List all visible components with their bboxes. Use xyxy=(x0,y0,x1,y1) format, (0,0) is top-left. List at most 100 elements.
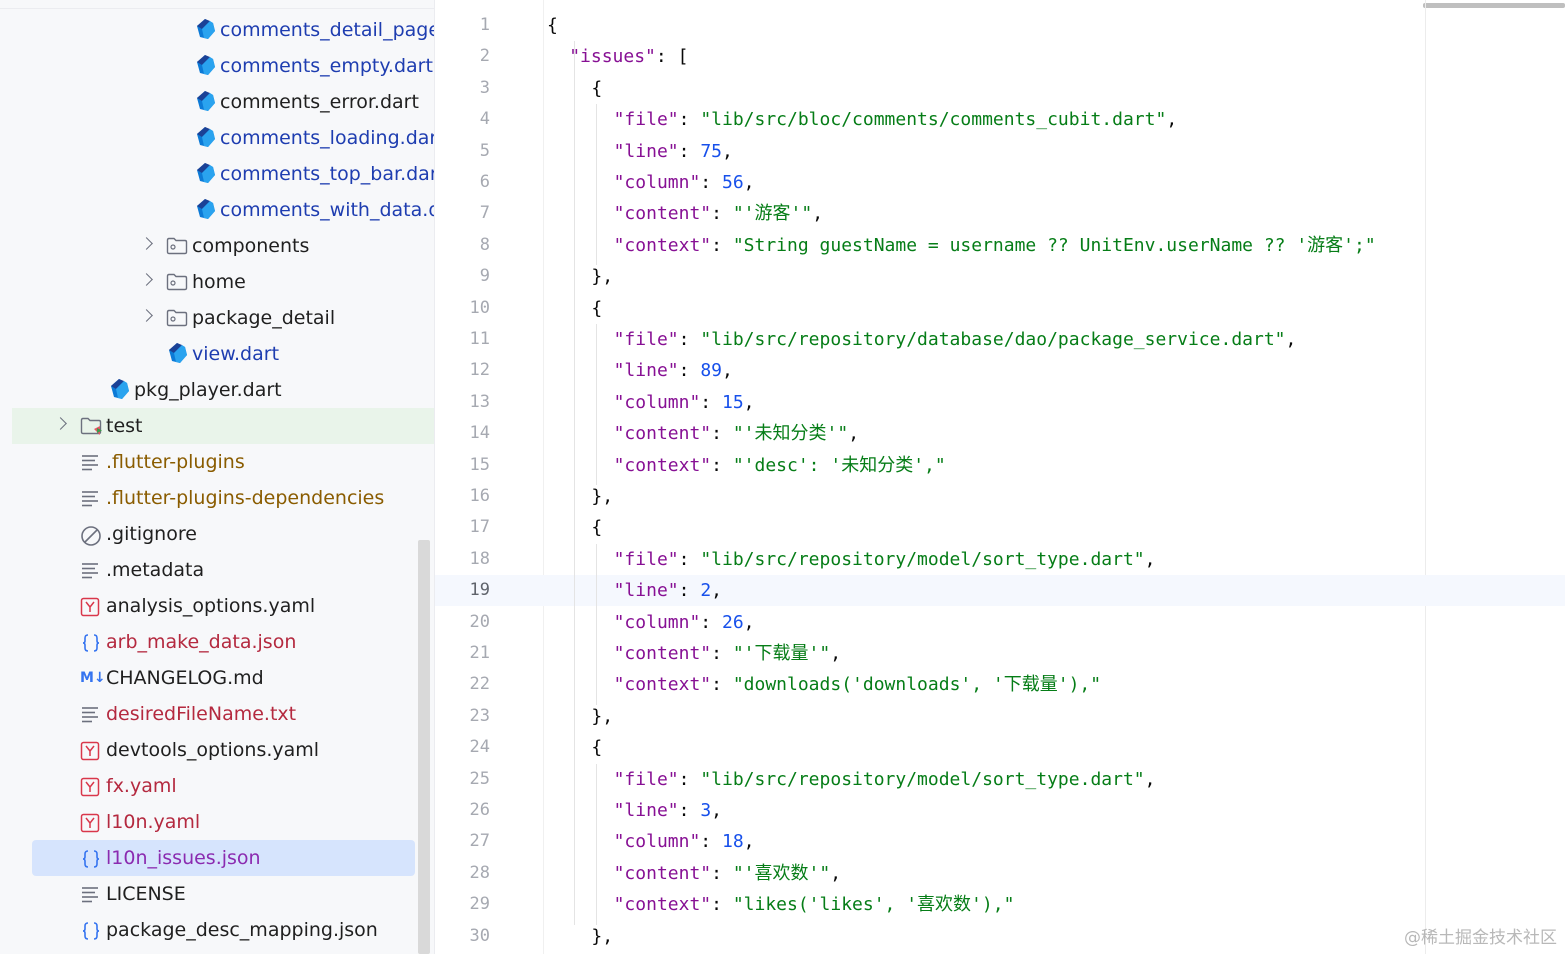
code-line[interactable]: 6 "column": 56, xyxy=(435,167,1565,198)
line-number[interactable]: 11 xyxy=(435,324,490,355)
code-line[interactable]: 8 "context": "String guestName = username… xyxy=(435,230,1565,261)
code-line[interactable]: 15 "context": "'desc': '未知分类'," xyxy=(435,450,1565,481)
line-number[interactable]: 1 xyxy=(435,10,490,41)
tree-item-flutter-plugins-dependencies[interactable]: .flutter-plugins-dependencies xyxy=(12,480,434,516)
code-line[interactable]: 16}, xyxy=(435,481,1565,512)
line-number[interactable]: 16 xyxy=(435,481,490,512)
code-line[interactable]: 25 "file": "lib/src/repository/model/sort… xyxy=(435,764,1565,795)
code-line[interactable]: 4 "file": "lib/src/bloc/comments/comments… xyxy=(435,104,1565,135)
tree-item-pkg-player-dart[interactable]: pkg_player.dart xyxy=(12,372,434,408)
tree-item-desiredfilename-txt[interactable]: desiredFileName.txt xyxy=(12,696,434,732)
code-line[interactable]: 13 "column": 15, xyxy=(435,387,1565,418)
tree-item-fx-yaml[interactable]: fx.yaml xyxy=(12,768,434,804)
code-line[interactable]: 28 "content": "'喜欢数'", xyxy=(435,858,1565,889)
code-text: "context": "likes('likes', '喜欢数')," xyxy=(614,889,1015,920)
code-line[interactable]: 26 "line": 3, xyxy=(435,795,1565,826)
code-editor[interactable]: 1{2 "issues": [3{4 "file": "lib/src/bloc/c… xyxy=(435,0,1565,954)
tree-item-gitignore[interactable]: .gitignore xyxy=(12,516,434,552)
token-pun: , xyxy=(722,360,733,382)
line-number[interactable]: 3 xyxy=(435,73,490,104)
tree-item-test[interactable]: test xyxy=(12,408,434,444)
code-line[interactable]: 23}, xyxy=(435,701,1565,732)
line-number[interactable]: 15 xyxy=(435,450,490,481)
code-line[interactable]: 30}, xyxy=(435,921,1565,952)
code-line[interactable]: 5 "line": 75, xyxy=(435,136,1565,167)
code-line[interactable]: 18 "file": "lib/src/repository/model/sort… xyxy=(435,544,1565,575)
tree-item-metadata[interactable]: .metadata xyxy=(12,552,434,588)
line-number[interactable]: 4 xyxy=(435,104,490,135)
line-number[interactable]: 19 xyxy=(435,575,490,606)
line-number[interactable]: 14 xyxy=(435,418,490,449)
token-key: "context" xyxy=(613,674,712,696)
chevron-right-icon[interactable] xyxy=(140,273,153,286)
chevron-right-icon[interactable] xyxy=(54,417,67,430)
code-line[interactable]: 27 "column": 18, xyxy=(435,826,1565,857)
code-line[interactable]: 22 "context": "downloads('downloads', '下载… xyxy=(435,669,1565,700)
code-line[interactable]: 14 "content": "'未知分类'", xyxy=(435,418,1565,449)
line-number[interactable]: 5 xyxy=(435,136,490,167)
line-number[interactable]: 17 xyxy=(435,512,490,543)
code-line[interactable]: 12 "line": 89, xyxy=(435,355,1565,386)
line-number[interactable]: 24 xyxy=(435,732,490,763)
code-line[interactable]: 10 { xyxy=(435,293,1565,324)
line-number[interactable]: 22 xyxy=(435,669,490,700)
line-number[interactable]: 30 xyxy=(435,921,490,952)
tree-item-comments-error-dart[interactable]: comments_error.dart xyxy=(12,84,434,120)
line-number[interactable]: 10 xyxy=(435,293,490,324)
tree-item-comments-with-data-d[interactable]: comments_with_data.d xyxy=(12,192,434,228)
code-text: "content": "'下载量'", xyxy=(614,638,841,669)
line-number[interactable]: 13 xyxy=(435,387,490,418)
tree-item-flutter-plugins[interactable]: .flutter-plugins xyxy=(12,444,434,480)
line-number[interactable]: 18 xyxy=(435,544,490,575)
line-number[interactable]: 21 xyxy=(435,638,490,669)
chevron-right-icon[interactable] xyxy=(140,309,153,322)
code-line[interactable]: 1{ xyxy=(435,10,1565,41)
tree-item-l10n-issues-json[interactable]: l10n_issues.json xyxy=(32,840,415,876)
tree-item-home[interactable]: home xyxy=(12,264,434,300)
code-line[interactable]: 21 "content": "'下载量'", xyxy=(435,638,1565,669)
tree-item-comments-loading-dar[interactable]: comments_loading.dar xyxy=(12,120,434,156)
line-number[interactable]: 9 xyxy=(435,261,490,292)
line-number[interactable]: 27 xyxy=(435,826,490,857)
line-number[interactable]: 6 xyxy=(435,167,490,198)
tree-item-license[interactable]: LICENSE xyxy=(12,876,434,912)
tree-item-l10n-yaml[interactable]: l10n.yaml xyxy=(12,804,434,840)
code-line[interactable]: 2 "issues": [ xyxy=(435,41,1565,72)
sidebar-scrollbar[interactable] xyxy=(418,540,430,954)
tree-item-arb-make-data-json[interactable]: arb_make_data.json xyxy=(12,624,434,660)
tree-item-package-detail[interactable]: package_detail xyxy=(12,300,434,336)
tree-item-devtools-options-yaml[interactable]: devtools_options.yaml xyxy=(12,732,434,768)
code-line[interactable]: 11 "file": "lib/src/repository/database/d… xyxy=(435,324,1565,355)
line-number[interactable]: 26 xyxy=(435,795,490,826)
line-number[interactable]: 12 xyxy=(435,355,490,386)
tree-item-label: LICENSE xyxy=(106,883,186,905)
line-number[interactable]: 23 xyxy=(435,701,490,732)
line-number[interactable]: 20 xyxy=(435,607,490,638)
tree-item-comments-empty-dart[interactable]: comments_empty.dart xyxy=(12,48,434,84)
line-number[interactable]: 8 xyxy=(435,230,490,261)
token-pun: : xyxy=(711,454,733,476)
line-number[interactable]: 25 xyxy=(435,764,490,795)
horizontal-scrollbar[interactable] xyxy=(1423,3,1565,8)
tree-item-comments-top-bar-dar[interactable]: comments_top_bar.dar xyxy=(12,156,434,192)
code-line[interactable]: 29 "context": "likes('likes', '喜欢数')," xyxy=(435,889,1565,920)
chevron-right-icon[interactable] xyxy=(140,237,153,250)
line-number[interactable]: 2 xyxy=(435,41,490,72)
code-line[interactable]: 20 "column": 26, xyxy=(435,607,1565,638)
tree-item-comments-detail-page[interactable]: comments_detail_page xyxy=(12,12,434,48)
code-line[interactable]: 9}, xyxy=(435,261,1565,292)
code-line[interactable]: 7 "content": "'游客'", xyxy=(435,198,1565,229)
line-number[interactable]: 7 xyxy=(435,198,490,229)
line-number[interactable]: 29 xyxy=(435,889,490,920)
code-line[interactable]: 17 { xyxy=(435,512,1565,543)
token-num: 2 xyxy=(700,580,712,602)
tree-item-components[interactable]: components xyxy=(12,228,434,264)
code-line[interactable]: 19 "line": 2, xyxy=(435,575,1565,606)
tree-item-package-desc-mapping-json[interactable]: package_desc_mapping.json xyxy=(12,912,434,948)
code-line[interactable]: 3{ xyxy=(435,73,1565,104)
tree-item-changelog-md[interactable]: M↓ CHANGELOG.md xyxy=(12,660,434,696)
code-line[interactable]: 24 { xyxy=(435,732,1565,763)
line-number[interactable]: 28 xyxy=(435,858,490,889)
tree-item-view-dart[interactable]: view.dart xyxy=(12,336,434,372)
tree-item-analysis-options-yaml[interactable]: analysis_options.yaml xyxy=(12,588,434,624)
